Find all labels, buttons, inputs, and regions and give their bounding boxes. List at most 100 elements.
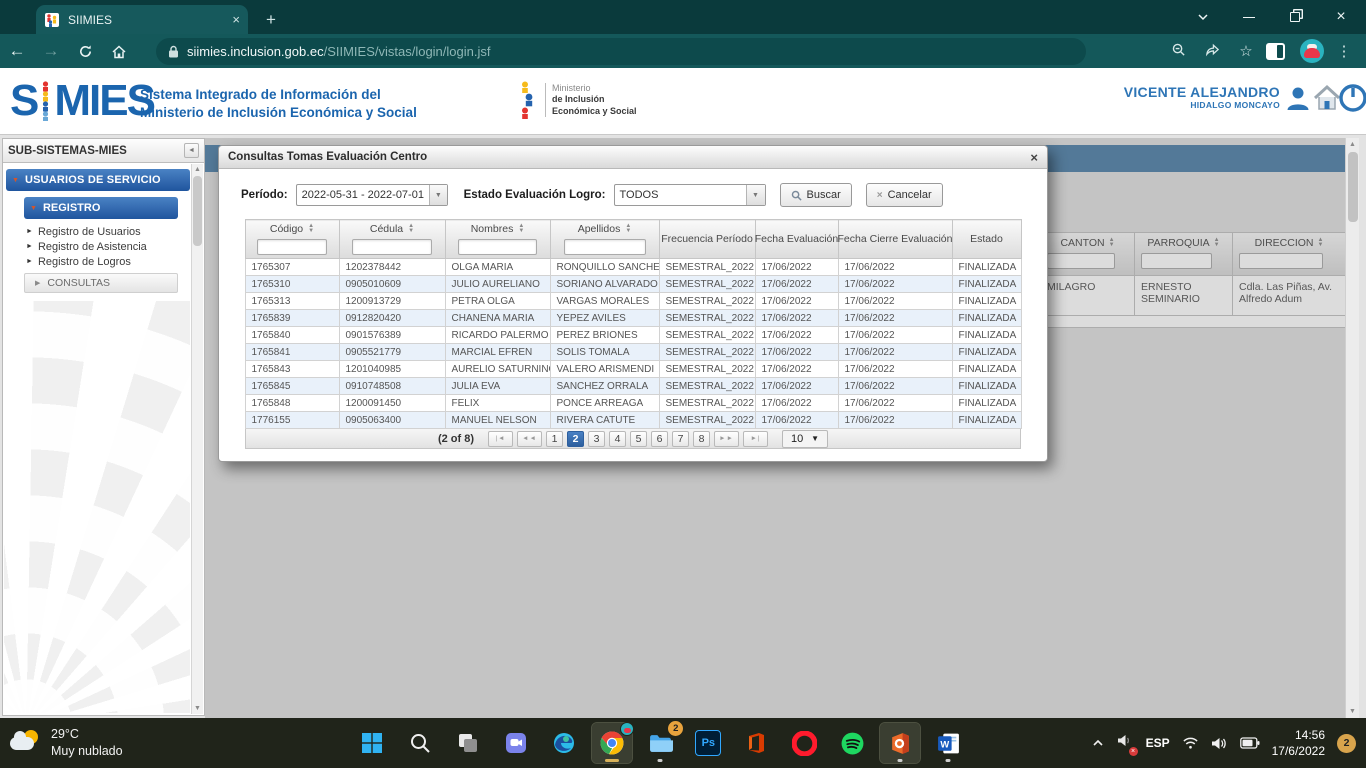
column-filter-input[interactable] bbox=[458, 239, 537, 255]
office-icon[interactable] bbox=[736, 723, 776, 763]
reload-icon[interactable] bbox=[68, 41, 102, 61]
url-bar[interactable]: siimies.inclusion.gob.ec/SIIMIES/vistas/… bbox=[156, 38, 1086, 65]
new-tab-button[interactable]: + bbox=[258, 8, 284, 32]
back-icon[interactable]: ← bbox=[0, 41, 34, 61]
sidebar-item[interactable]: ►Registro de Logros bbox=[26, 254, 178, 269]
prev-page-button[interactable]: ◄◄ bbox=[517, 431, 542, 447]
opera-icon[interactable] bbox=[784, 723, 824, 763]
column-header[interactable]: Fecha Cierre Evaluación bbox=[838, 220, 952, 259]
audio-output-muted-icon[interactable]: × bbox=[1117, 733, 1134, 753]
share-icon[interactable] bbox=[1198, 42, 1226, 61]
column-filter-input[interactable] bbox=[352, 239, 432, 255]
sort-icon[interactable]: ▲▼ bbox=[408, 224, 414, 234]
sidebar-group-registro[interactable]: ▼ REGISTRO bbox=[24, 197, 178, 219]
column-header[interactable]: Código▲▼ bbox=[245, 220, 339, 259]
taskbar-clock[interactable]: 14:56 17/6/2022 bbox=[1272, 727, 1325, 759]
sort-icon[interactable]: ▲▼ bbox=[625, 224, 631, 234]
page-button-8[interactable]: 8 bbox=[693, 431, 710, 447]
browser-tab[interactable]: SIIMIES × bbox=[36, 5, 248, 34]
browser-menu-icon[interactable]: ⋮ bbox=[1330, 42, 1358, 60]
column-filter-input[interactable] bbox=[564, 239, 646, 255]
photoshop-icon[interactable]: Ps bbox=[688, 723, 728, 763]
task-view-icon[interactable] bbox=[448, 723, 488, 763]
notification-count-badge[interactable]: 2 bbox=[1337, 734, 1356, 753]
home-nav-icon[interactable] bbox=[102, 41, 136, 61]
column-header[interactable]: Apellidos▲▼ bbox=[550, 220, 659, 259]
page-button-5[interactable]: 5 bbox=[630, 431, 647, 447]
spotify-icon[interactable] bbox=[832, 723, 872, 763]
page-button-2[interactable]: 2 bbox=[567, 431, 584, 447]
zoom-icon[interactable] bbox=[1164, 42, 1192, 61]
minimize-button[interactable] bbox=[1226, 0, 1272, 34]
page-size-select[interactable]: 10 ▼ bbox=[782, 430, 828, 448]
sidebar-item[interactable]: ►Registro de Usuarios bbox=[26, 224, 178, 239]
last-page-button[interactable]: ►| bbox=[743, 431, 768, 447]
column-header[interactable]: Nombres▲▼ bbox=[445, 220, 550, 259]
scroll-thumb[interactable] bbox=[1348, 152, 1358, 222]
user-icon[interactable] bbox=[1284, 84, 1312, 112]
table-row[interactable]: 17658431201040985AURELIO SATURNINOVALERO… bbox=[245, 361, 1021, 378]
scroll-up-icon[interactable]: ▲ bbox=[1346, 141, 1359, 148]
profile-avatar[interactable] bbox=[1300, 39, 1324, 63]
estado-select[interactable]: TODOS ▼ bbox=[614, 184, 766, 206]
forward-icon[interactable]: → bbox=[34, 41, 68, 61]
tab-close-icon[interactable]: × bbox=[232, 12, 240, 27]
home-icon[interactable] bbox=[1313, 84, 1341, 112]
word-icon[interactable]: W bbox=[928, 723, 968, 763]
volume-icon[interactable] bbox=[1211, 736, 1228, 751]
column-header[interactable]: Estado bbox=[952, 220, 1021, 259]
sidebar-scroll-up-icon[interactable]: ▲ bbox=[192, 166, 203, 173]
table-row[interactable]: 17658450910748508JULIA EVASANCHEZ ORRALA… bbox=[245, 378, 1021, 395]
battery-icon[interactable] bbox=[1240, 737, 1260, 749]
page-button-7[interactable]: 7 bbox=[672, 431, 689, 447]
bookmark-star-icon[interactable]: ☆ bbox=[1232, 42, 1260, 60]
sidebar-item[interactable]: ►Registro de Asistencia bbox=[26, 239, 178, 254]
estado-dropdown-icon[interactable]: ▼ bbox=[746, 185, 765, 205]
next-page-button[interactable]: ►► bbox=[714, 431, 739, 447]
page-scrollbar[interactable]: ▲ ▼ bbox=[1345, 138, 1359, 718]
table-row[interactable]: 17658481200091450FELIXPONCE ARREAGASEMES… bbox=[245, 395, 1021, 412]
wifi-icon[interactable] bbox=[1182, 736, 1199, 750]
sort-icon[interactable]: ▲▼ bbox=[518, 224, 524, 234]
page-button-4[interactable]: 4 bbox=[609, 431, 626, 447]
edge-icon[interactable] bbox=[544, 723, 584, 763]
office-active-icon[interactable] bbox=[880, 723, 920, 763]
sidebar-item-consultas[interactable]: ▶ CONSULTAS bbox=[24, 273, 178, 293]
sidebar-scroll-thumb[interactable] bbox=[193, 176, 202, 246]
logout-icon[interactable] bbox=[1339, 84, 1366, 112]
close-button[interactable]: × bbox=[1318, 0, 1364, 34]
sort-icon[interactable]: ▲▼ bbox=[308, 224, 314, 234]
search-icon[interactable] bbox=[400, 723, 440, 763]
taskbar-weather-widget[interactable]: 29°C Muy nublado bbox=[0, 726, 230, 760]
tray-chevron-icon[interactable] bbox=[1091, 736, 1105, 750]
sidebar-section-usuarios[interactable]: ▼ USUARIOS DE SERVICIO bbox=[6, 169, 190, 191]
periodo-dropdown-icon[interactable]: ▼ bbox=[429, 185, 447, 205]
table-row[interactable]: 17653131200913729PETRA OLGAVARGAS MORALE… bbox=[245, 293, 1021, 310]
sidebar-scroll-down-icon[interactable]: ▼ bbox=[192, 705, 203, 712]
restore-button[interactable] bbox=[1272, 0, 1318, 34]
column-header[interactable]: Cédula▲▼ bbox=[339, 220, 445, 259]
dialog-close-icon[interactable]: × bbox=[1030, 150, 1038, 165]
table-row[interactable]: 17658400901576389RICARDO PALERMOPEREZ BR… bbox=[245, 327, 1021, 344]
sidebar-collapse-icon[interactable]: ◄ bbox=[184, 143, 199, 158]
scroll-down-icon[interactable]: ▼ bbox=[1346, 708, 1359, 715]
table-row[interactable]: 17653071202378442OLGA MARIARONQUILLO SAN… bbox=[245, 259, 1021, 276]
start-button-icon[interactable] bbox=[352, 723, 392, 763]
table-row[interactable]: 17761550905063400MANUEL NELSONRIVERA CAT… bbox=[245, 412, 1021, 429]
periodo-select[interactable]: 2022-05-31 - 2022-07-01 ▼ bbox=[296, 184, 448, 206]
side-panel-icon[interactable] bbox=[1266, 43, 1294, 60]
table-row[interactable]: 17658410905521779MARCIAL EFRENSOLIS TOMA… bbox=[245, 344, 1021, 361]
page-button-3[interactable]: 3 bbox=[588, 431, 605, 447]
tab-search-icon[interactable] bbox=[1180, 0, 1226, 34]
dialog-titlebar[interactable]: Consultas Tomas Evaluación Centro × bbox=[219, 146, 1047, 169]
sidebar-scrollbar[interactable]: ▲ ▼ bbox=[191, 164, 203, 714]
column-header[interactable]: Frecuencia Período bbox=[659, 220, 755, 259]
buscar-button[interactable]: Buscar bbox=[780, 183, 852, 207]
page-button-1[interactable]: 1 bbox=[546, 431, 563, 447]
column-filter-input[interactable] bbox=[257, 239, 327, 255]
page-button-6[interactable]: 6 bbox=[651, 431, 668, 447]
teams-icon[interactable] bbox=[496, 723, 536, 763]
file-explorer-icon[interactable]: 2 bbox=[640, 723, 680, 763]
cancelar-button[interactable]: × Cancelar bbox=[866, 183, 943, 207]
table-row[interactable]: 17658390912820420CHANENA MARIAYEPEZ AVIL… bbox=[245, 310, 1021, 327]
